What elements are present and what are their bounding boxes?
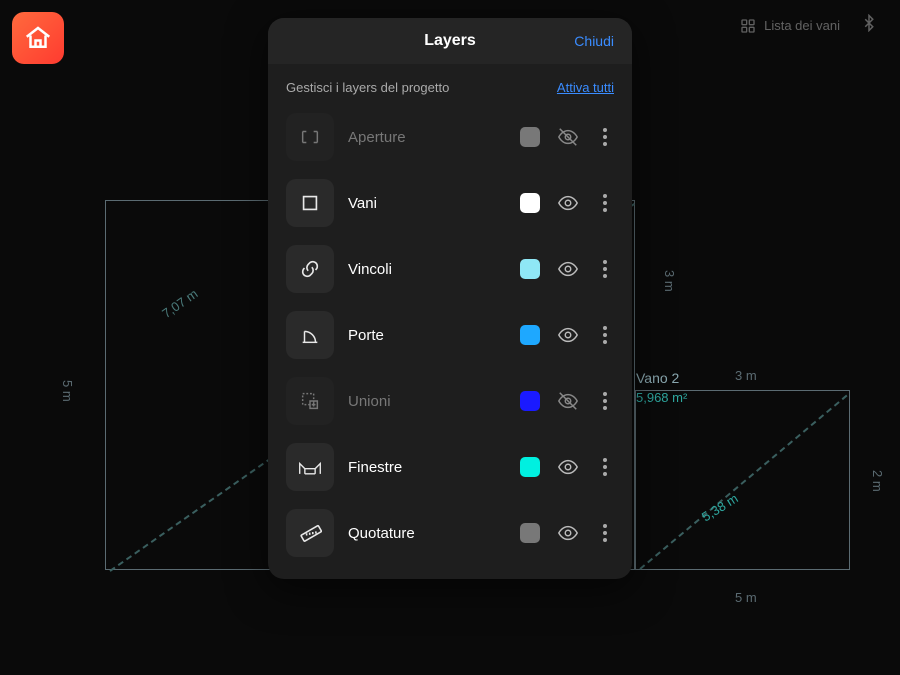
more-options-icon[interactable] — [596, 194, 614, 212]
dimension-label: 7,07 m — [159, 286, 200, 321]
close-button[interactable]: Chiudi — [574, 33, 614, 49]
color-swatch[interactable] — [520, 391, 540, 411]
room-name-label: Vano 2 — [636, 370, 679, 386]
house-ar-icon — [23, 23, 53, 53]
room-outline — [635, 390, 850, 570]
more-options-icon[interactable] — [596, 128, 614, 146]
activate-all-button[interactable]: Attiva tutti — [557, 80, 614, 95]
panel-header: Layers Chiudi — [268, 18, 632, 64]
layer-row: Unioni — [286, 373, 614, 429]
color-swatch[interactable] — [520, 259, 540, 279]
layer-name-label: Porte — [348, 327, 506, 344]
dimension-label: 5 m — [735, 590, 757, 605]
layer-row: Finestre — [286, 439, 614, 495]
color-swatch[interactable] — [520, 523, 540, 543]
layer-row: Vani — [286, 175, 614, 231]
union-icon[interactable] — [286, 377, 334, 425]
dimension-label: 5,38 m — [699, 491, 741, 525]
bluetooth-icon[interactable] — [860, 14, 878, 37]
room-list-label: Lista dei vani — [764, 18, 840, 33]
panel-subtitle: Gestisci i layers del progetto — [286, 80, 449, 95]
more-options-icon[interactable] — [596, 260, 614, 278]
room-area-label: 5,968 m² — [636, 390, 687, 405]
more-options-icon[interactable] — [596, 458, 614, 476]
eye-icon[interactable] — [554, 258, 582, 280]
more-options-icon[interactable] — [596, 392, 614, 410]
layer-row: Vincoli — [286, 241, 614, 297]
more-options-icon[interactable] — [596, 326, 614, 344]
layer-name-label: Aperture — [348, 129, 506, 146]
diagonal-dimension — [639, 395, 847, 570]
layer-name-label: Unioni — [348, 393, 506, 410]
more-options-icon[interactable] — [596, 524, 614, 542]
layer-row: Porte — [286, 307, 614, 363]
eye-off-icon[interactable] — [554, 390, 582, 412]
color-swatch[interactable] — [520, 325, 540, 345]
window-icon[interactable] — [286, 443, 334, 491]
layer-row: Aperture — [286, 109, 614, 165]
dimension-label: 3 m — [735, 368, 757, 383]
eye-icon[interactable] — [554, 324, 582, 346]
layer-name-label: Vincoli — [348, 261, 506, 278]
app-logo — [12, 12, 64, 64]
dimension-label: 5 m — [60, 380, 75, 402]
grid-icon — [740, 18, 756, 34]
link-icon[interactable] — [286, 245, 334, 293]
door-icon[interactable] — [286, 311, 334, 359]
aperture-icon[interactable] — [286, 113, 334, 161]
color-swatch[interactable] — [520, 457, 540, 477]
square-icon[interactable] — [286, 179, 334, 227]
eye-icon[interactable] — [554, 192, 582, 214]
color-swatch[interactable] — [520, 127, 540, 147]
layer-name-label: Quotature — [348, 525, 506, 542]
eye-icon[interactable] — [554, 456, 582, 478]
layer-name-label: Vani — [348, 195, 506, 212]
room-list-button[interactable]: Lista dei vani — [740, 18, 840, 34]
panel-title: Layers — [424, 32, 476, 50]
eye-icon[interactable] — [554, 522, 582, 544]
layers-panel: Layers Chiudi Gestisci i layers del prog… — [268, 18, 632, 579]
dimension-label: 2 m — [870, 470, 885, 492]
eye-off-icon[interactable] — [554, 126, 582, 148]
layer-list: Aperture Vani Vincoli Porte Unioni Finestre Qu… — [268, 105, 632, 579]
dimension-label: 3 m — [662, 270, 677, 292]
color-swatch[interactable] — [520, 193, 540, 213]
layer-row: Quotature — [286, 505, 614, 561]
layer-name-label: Finestre — [348, 459, 506, 476]
ruler-icon[interactable] — [286, 509, 334, 557]
